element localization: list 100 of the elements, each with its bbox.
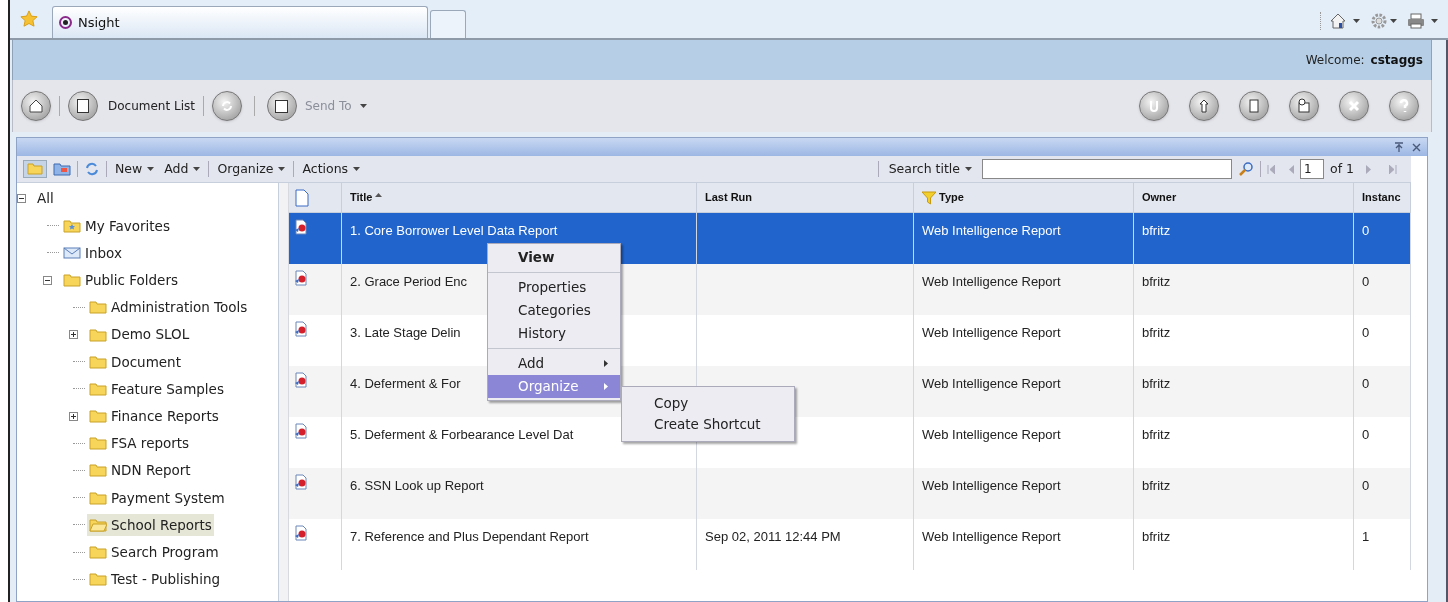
table-cell: bfritz (1142, 529, 1171, 544)
browser-tab[interactable]: Nsight (52, 6, 428, 38)
submenu-arrow-icon (604, 383, 608, 390)
caret-icon (278, 167, 286, 171)
table-cell: bfritz (1142, 274, 1171, 289)
tree-item[interactable]: My Favorites (61, 214, 172, 237)
column-header[interactable]: Instanc (1354, 183, 1411, 212)
close-icon (1346, 98, 1362, 114)
tree-item[interactable]: School Reports (87, 513, 214, 536)
table-cell: Web Intelligence Report (922, 274, 1061, 289)
settings-icon[interactable] (1370, 12, 1388, 30)
table-cell: Web Intelligence Report (922, 427, 1061, 442)
tree-item[interactable]: Administration Tools (87, 296, 250, 319)
table-cell: 1 (1362, 529, 1370, 544)
refresh-button[interactable] (211, 91, 242, 121)
toolbar-menu[interactable]: New (113, 159, 157, 179)
document-icon (295, 188, 309, 207)
favorites-star-icon[interactable] (20, 10, 38, 28)
print-icon[interactable] (1407, 12, 1425, 30)
collapse-icon[interactable] (43, 275, 52, 285)
star-folder-icon (63, 218, 81, 233)
table-cell: Sep 02, 2011 12:44 PM (705, 529, 841, 544)
attach-button[interactable] (1139, 91, 1169, 121)
menu-item[interactable]: Copy (622, 393, 794, 414)
search-icon[interactable] (1238, 161, 1254, 177)
table-row[interactable]: 6. SSN Look up Report Web Intelligence Report bfritz 0 (289, 468, 1411, 519)
home-button[interactable] (21, 91, 51, 121)
tree-item[interactable]: FSA reports (87, 432, 192, 455)
menu-item[interactable]: History (488, 322, 620, 345)
info-icon (1296, 98, 1312, 114)
caret-icon (193, 167, 201, 171)
page-total: of 1 (1330, 159, 1354, 178)
folder-icon (63, 273, 81, 288)
tree-item[interactable]: Search Program (87, 541, 221, 564)
tree-item[interactable]: NDN Report (87, 459, 193, 482)
table-cell: bfritz (1142, 376, 1171, 391)
tree-item[interactable]: Demo SLOL (87, 323, 192, 346)
new-tab-button[interactable] (430, 10, 466, 38)
toolbar-menu[interactable]: Actions (300, 159, 363, 179)
user-name: cstaggs (1370, 52, 1423, 69)
help-button[interactable] (1389, 91, 1419, 121)
report-icon (294, 525, 308, 541)
tree-item[interactable]: Finance Reports (87, 405, 221, 428)
report-icon (294, 270, 308, 286)
close-button[interactable] (1339, 91, 1369, 121)
report-icon (294, 372, 308, 388)
upload-button[interactable] (1189, 91, 1219, 121)
close-icon[interactable] (1412, 142, 1421, 152)
table-cell: 0 (1362, 325, 1370, 340)
table-cell: 6. SSN Look up Report (350, 478, 484, 493)
folder-icon (89, 545, 107, 560)
envelope-icon (63, 245, 81, 260)
menu-item[interactable]: Create Shortcut (622, 414, 794, 435)
report-icon (294, 219, 308, 235)
document-button[interactable] (1239, 91, 1269, 121)
table-cell: bfritz (1142, 427, 1171, 442)
table-cell: Web Intelligence Report (922, 478, 1061, 493)
column-header[interactable]: Last Run (697, 183, 914, 212)
info-button[interactable] (1289, 91, 1319, 121)
tree-item[interactable]: Payment System (87, 486, 227, 509)
folders-toggle[interactable] (23, 160, 47, 178)
table-cell: bfritz (1142, 478, 1171, 493)
toolbar-menu[interactable]: Organize (215, 159, 288, 179)
tree-item[interactable]: Feature Samples (87, 377, 226, 400)
house-icon (28, 98, 44, 114)
table-cell: 0 (1362, 478, 1370, 493)
expand-icon[interactable] (69, 330, 78, 340)
search-field[interactable] (982, 159, 1232, 179)
home-icon[interactable] (1329, 12, 1347, 30)
column-header[interactable]: Title (342, 183, 697, 212)
menu-item[interactable]: Properties (488, 276, 620, 299)
expand-icon[interactable] (69, 411, 78, 421)
report-icon (294, 423, 308, 439)
caret-icon (147, 167, 155, 171)
folder-icon (89, 436, 107, 451)
pin-icon[interactable] (1394, 142, 1404, 152)
send-icon (266, 91, 297, 121)
tree-item[interactable]: Public Folders (61, 269, 180, 292)
folder-icon (89, 300, 107, 315)
tree-item[interactable]: All (35, 187, 56, 210)
open-folder-icon (89, 517, 107, 532)
caret-icon (965, 167, 972, 171)
table-cell: 3. Late Stage Delin (350, 325, 461, 340)
document-list-icon (68, 91, 98, 121)
table-cell: 2. Grace Period Enc (350, 274, 468, 289)
table-cell: Web Intelligence Report (922, 529, 1061, 544)
collapse-icon[interactable] (17, 194, 26, 204)
tree-item[interactable]: Document (87, 350, 183, 373)
search-scope-dropdown[interactable]: Search title (884, 159, 976, 179)
tree-item[interactable]: Inbox (61, 241, 124, 264)
column-header[interactable]: Type (914, 183, 1134, 212)
site-logo-icon (59, 16, 72, 29)
document-list-button[interactable]: Document List (68, 91, 195, 121)
page-field[interactable]: 1 (1300, 159, 1324, 179)
categories-icon[interactable] (53, 162, 71, 176)
folder-icon (89, 463, 107, 478)
toolbar-menu[interactable]: Add (162, 159, 203, 179)
column-header[interactable]: Owner (1134, 183, 1354, 212)
tree-item[interactable]: Test - Publishing (87, 568, 223, 591)
refresh-icon[interactable] (84, 162, 100, 176)
